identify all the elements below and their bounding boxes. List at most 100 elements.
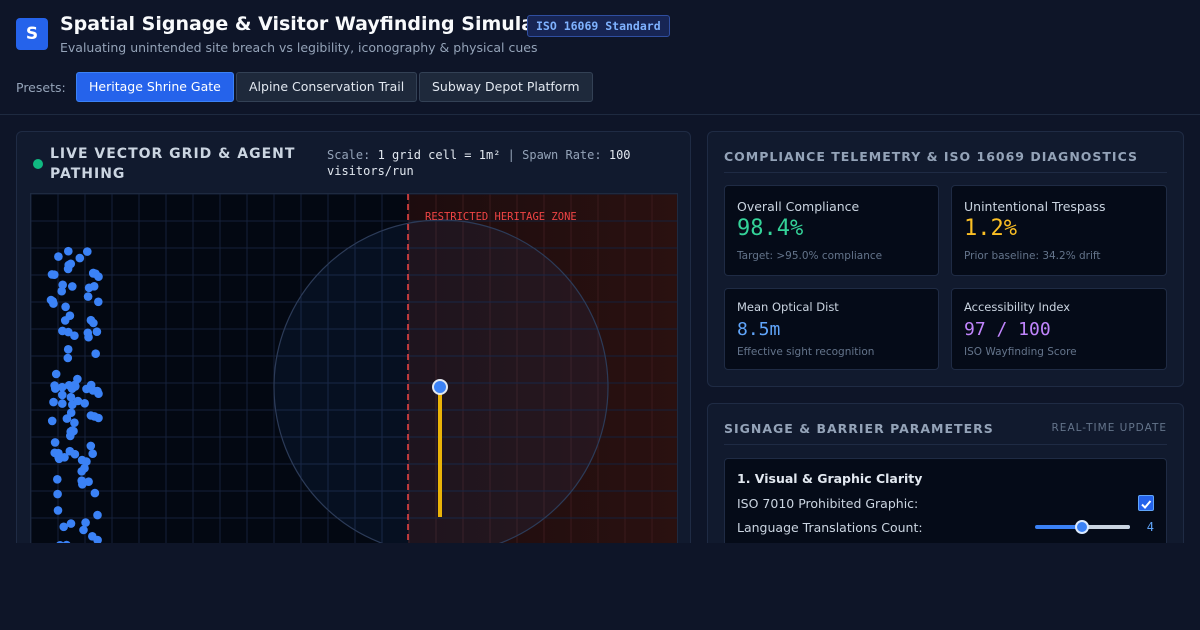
parameters-title: SIGNAGE & BARRIER PARAMETERS xyxy=(724,421,994,436)
card-note: ISO Wayfinding Score xyxy=(964,346,1077,358)
card-mean-optical-dist: Mean Optical Dist 8.5m Effective sight r… xyxy=(724,288,939,370)
scale-label: Scale: xyxy=(327,148,371,162)
visitor-agent xyxy=(50,438,60,447)
preset-heritage-shrine-gate[interactable]: Heritage Shrine Gate xyxy=(76,72,234,102)
card-value: 98.4% xyxy=(737,216,804,241)
live-status-dot xyxy=(33,159,43,169)
checkmark-icon xyxy=(1141,500,1152,509)
simulation-canvas[interactable]: RESTRICTED HERITAGE ZONE xyxy=(30,193,678,560)
visitor-agent xyxy=(66,519,76,528)
scale-value: 1 grid cell = 1m² xyxy=(377,148,501,162)
simulation-svg: RESTRICTED HERITAGE ZONE xyxy=(31,194,677,560)
grid-panel: LIVE VECTOR GRID & AGENT PATHING Scale: … xyxy=(16,131,691,561)
visitor-agent xyxy=(77,467,86,476)
realtime-tag: REAL-TIME UPDATE xyxy=(1051,422,1167,434)
translations-slider-thumb[interactable] xyxy=(1075,520,1089,534)
visitor-agent xyxy=(60,316,70,325)
card-note: Prior baseline: 34.2% drift xyxy=(964,250,1101,262)
visitor-agent xyxy=(83,292,93,301)
signage-marker-icon[interactable] xyxy=(432,379,448,395)
visitor-agent xyxy=(64,260,73,270)
card-note: Effective sight recognition xyxy=(737,346,875,358)
visitor-agent xyxy=(54,454,64,464)
visitor-agent xyxy=(81,518,90,527)
visitor-agent xyxy=(90,488,100,498)
visitor-agent xyxy=(53,475,62,484)
visitor-agent xyxy=(94,413,103,423)
card-value: 1.2% xyxy=(964,216,1017,241)
visitor-agent xyxy=(50,270,59,279)
parameters-divider xyxy=(724,444,1167,445)
visitor-agent xyxy=(80,399,89,408)
visitor-agent xyxy=(79,525,88,535)
scale-info: Scale: 1 grid cell = 1m² | Spawn Rate: 1… xyxy=(327,147,657,179)
telemetry-title: COMPLIANCE TELEMETRY & ISO 16069 DIAGNOS… xyxy=(724,149,1138,164)
app-header: S Spatial Signage & Visitor Wayfinding S… xyxy=(0,0,1200,115)
parameters-panel: SIGNAGE & BARRIER PARAMETERS REAL-TIME U… xyxy=(707,403,1184,563)
card-label: Overall Compliance xyxy=(737,199,860,214)
visitor-agent xyxy=(51,369,61,379)
visitor-agent xyxy=(64,381,74,390)
visitor-agent xyxy=(64,327,73,337)
visitor-agent xyxy=(49,397,58,407)
visitor-agent xyxy=(92,327,102,336)
scale-separator: | xyxy=(507,148,515,162)
visitor-agent xyxy=(83,328,93,338)
visitor-agent xyxy=(53,506,63,515)
visitor-agent xyxy=(68,282,77,291)
visitor-agent xyxy=(65,446,75,456)
preset-alpine-conservation-trail[interactable]: Alpine Conservation Trail xyxy=(236,72,418,102)
card-label: Accessibility Index xyxy=(964,300,1071,314)
visitor-agent xyxy=(61,302,70,312)
visitor-agent xyxy=(93,510,102,520)
visitor-agent xyxy=(70,418,79,427)
visitor-agent xyxy=(58,390,67,400)
presets-label: Presets: xyxy=(16,80,66,95)
prohibited-graphic-label: ISO 7010 Prohibited Graphic: xyxy=(737,496,919,511)
signage-pole xyxy=(438,387,442,517)
visitor-agent xyxy=(50,381,59,390)
visitor-agent xyxy=(68,400,77,409)
visitor-agent xyxy=(57,286,66,296)
telemetry-divider xyxy=(724,172,1167,173)
preset-subway-depot-platform[interactable]: Subway Depot Platform xyxy=(419,72,593,102)
viewport-cutoff xyxy=(0,543,1200,630)
telemetry-panel: COMPLIANCE TELEMETRY & ISO 16069 DIAGNOS… xyxy=(707,131,1184,387)
visitor-agent xyxy=(66,408,76,417)
visitor-agent xyxy=(91,349,100,358)
visitor-agent xyxy=(69,426,78,436)
app-logo: S xyxy=(16,18,48,50)
visitor-agent xyxy=(88,449,97,458)
visitor-agent xyxy=(89,282,99,291)
card-overall-compliance: Overall Compliance 98.4% Target: >95.0% … xyxy=(724,185,939,276)
visitor-agent xyxy=(75,253,85,263)
app-title: Spatial Signage & Visitor Wayfinding Sim… xyxy=(60,13,566,35)
visitor-agent xyxy=(88,532,97,541)
restricted-zone-label: RESTRICTED HERITAGE ZONE xyxy=(425,211,577,223)
visitor-agent xyxy=(94,297,103,307)
section-heading: 1. Visual & Graphic Clarity xyxy=(737,471,923,486)
visitor-agent xyxy=(94,389,103,398)
card-value: 97 / 100 xyxy=(964,319,1051,340)
visitor-agent xyxy=(66,392,76,402)
visitor-agent xyxy=(53,489,62,499)
visitor-agent xyxy=(83,247,92,256)
translations-count-label: Language Translations Count: xyxy=(737,520,923,535)
visitor-agent xyxy=(47,416,57,426)
card-value: 8.5m xyxy=(737,319,781,340)
visitor-agent xyxy=(46,295,56,305)
visitor-agent xyxy=(54,252,63,261)
card-label: Mean Optical Dist xyxy=(737,300,839,314)
visitor-agent xyxy=(89,268,98,278)
card-label: Unintentional Trespass xyxy=(964,199,1106,214)
prohibited-graphic-checkbox[interactable] xyxy=(1138,495,1154,511)
visitor-agent xyxy=(64,246,73,256)
grid-panel-title: LIVE VECTOR GRID & AGENT PATHING xyxy=(50,146,296,182)
visitor-agent xyxy=(63,353,73,363)
visitor-agent xyxy=(58,399,67,408)
visitor-agent xyxy=(86,315,96,325)
card-accessibility-index: Accessibility Index 97 / 100 ISO Wayfind… xyxy=(951,288,1167,370)
visitor-agent xyxy=(86,441,96,451)
card-unintentional-trespass: Unintentional Trespass 1.2% Prior baseli… xyxy=(951,185,1167,276)
card-note: Target: >95.0% compliance xyxy=(737,250,883,262)
